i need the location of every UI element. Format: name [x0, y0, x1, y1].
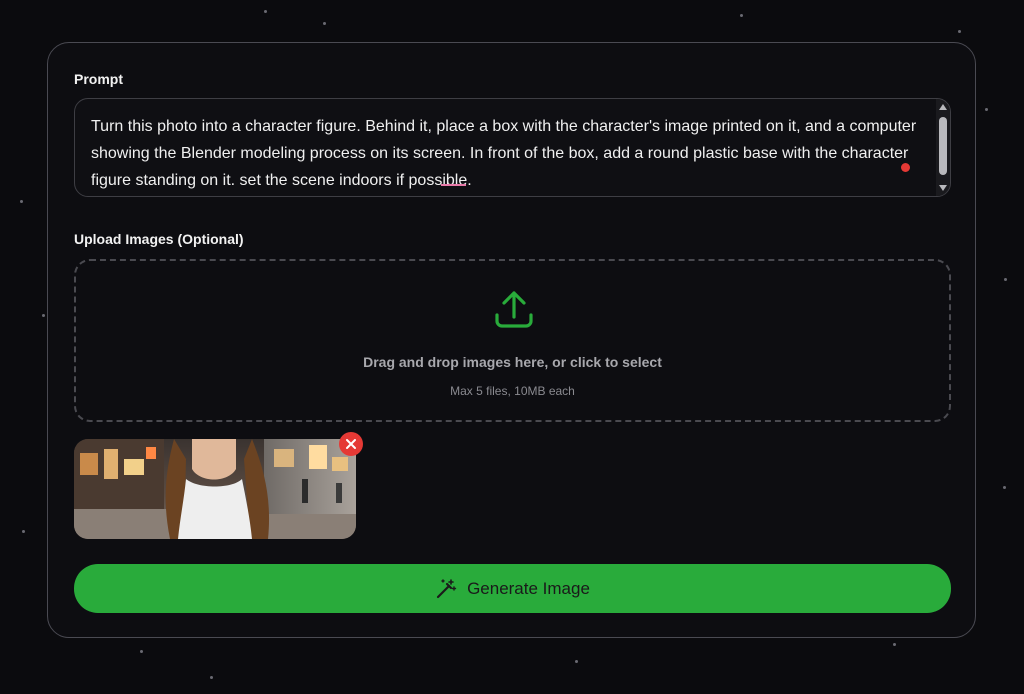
close-icon [346, 439, 356, 449]
remove-image-button[interactable] [339, 432, 363, 456]
scroll-up-icon[interactable] [939, 104, 947, 110]
grammar-indicator-icon[interactable] [901, 163, 910, 172]
dropzone-subtitle: Max 5 files, 10MB each [450, 384, 575, 398]
scroll-thumb[interactable] [939, 117, 947, 175]
generate-image-button[interactable]: Generate Image [74, 564, 951, 613]
prompt-scrollbar[interactable] [936, 99, 950, 196]
scroll-down-icon[interactable] [939, 185, 947, 191]
generate-button-label: Generate Image [467, 578, 590, 598]
uploaded-image-thumbnail[interactable] [74, 439, 356, 539]
prompt-label: Prompt [74, 71, 123, 87]
spellcheck-underline [441, 184, 466, 186]
generator-panel: Prompt Turn this photo into a character … [47, 42, 976, 638]
prompt-textarea[interactable]: Turn this photo into a character figure.… [74, 98, 951, 197]
image-dropzone[interactable]: Drag and drop images here, or click to s… [74, 259, 951, 422]
magic-wand-icon [436, 578, 457, 598]
upload-icon [495, 291, 533, 328]
prompt-text[interactable]: Turn this photo into a character figure.… [91, 113, 921, 194]
upload-label: Upload Images (Optional) [74, 231, 244, 247]
dropzone-title: Drag and drop images here, or click to s… [363, 354, 662, 370]
image-thumbnail [74, 439, 356, 539]
